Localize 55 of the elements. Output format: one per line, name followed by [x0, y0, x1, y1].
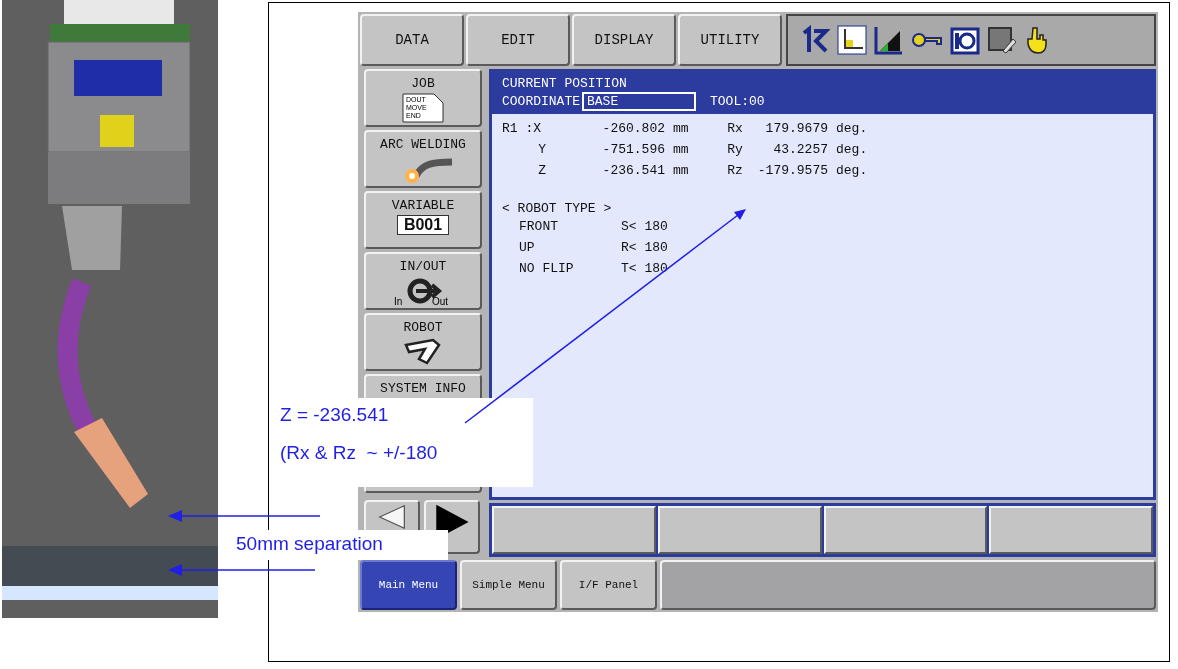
axis-label: Rx	[727, 121, 743, 136]
zigzag-icon[interactable]	[800, 25, 830, 55]
unit-label: deg.	[835, 121, 869, 136]
axis-label: R1 :X	[502, 121, 542, 136]
position-value: -260.802	[602, 121, 665, 136]
axis-label: Rz	[727, 163, 743, 178]
menu-tab[interactable]: EDIT	[466, 14, 570, 66]
tool-label: TOOL:00	[710, 94, 765, 109]
axis-label: Z	[538, 163, 547, 178]
axis-label: Ry	[727, 142, 743, 157]
function-key[interactable]	[492, 506, 656, 554]
limit-value: R< 180	[621, 240, 669, 255]
position-value: -751.596	[602, 142, 665, 157]
bottom-tab[interactable]: I/F Panel	[560, 560, 657, 610]
unit-label: deg.	[835, 142, 869, 157]
annotation-text: Z = -236.541	[280, 404, 390, 426]
main-menu-button[interactable]: IN/OUT In Out	[364, 252, 482, 310]
function-key[interactable]	[657, 506, 822, 554]
rotation-value: 179.9679	[765, 121, 828, 136]
coordinate-field[interactable]: BASE	[582, 92, 696, 111]
main-menu-button[interactable]: ROBOT	[364, 313, 482, 371]
rotation-value: -179.9575	[757, 163, 828, 178]
edit-icon[interactable]	[987, 25, 1017, 55]
robot-type-label: NO FLIP	[519, 261, 575, 276]
annotation-text: (Rx & Rz ~ +/-180	[280, 442, 439, 464]
left-arrow-icon	[378, 505, 406, 529]
coordinate-label: COORDINATE	[502, 94, 580, 109]
position-value: -236.541	[602, 163, 665, 178]
function-key[interactable]	[989, 506, 1153, 554]
robot-arm-icon	[403, 337, 443, 365]
menu-tab[interactable]: DISPLAY	[572, 14, 676, 66]
function-key[interactable]	[823, 506, 988, 554]
menu-tab[interactable]: DATA	[360, 14, 464, 66]
unit-label: mm	[672, 163, 690, 178]
main-menu-button[interactable]: ARC WELDING	[364, 130, 482, 188]
axes-icon[interactable]	[837, 25, 867, 55]
rotation-value: 43.2257	[773, 142, 828, 157]
robot-type-label: UP	[519, 240, 536, 255]
unit-label: mm	[672, 121, 690, 136]
bottom-tab[interactable]: Main Menu	[360, 560, 457, 610]
robot-type-label: FRONT	[519, 219, 559, 234]
limit-value: S< 180	[621, 219, 669, 234]
bars-icon[interactable]	[874, 25, 904, 55]
panel-title: CURRENT POSITION	[502, 76, 628, 91]
limit-value: T< 180	[621, 261, 669, 276]
unit-label: mm	[672, 142, 690, 157]
hand-icon[interactable]	[1024, 25, 1050, 55]
main-menu-button[interactable]: VARIABLE B001	[364, 191, 482, 249]
camera-icon[interactable]	[950, 25, 980, 55]
variable-field: B001	[396, 215, 450, 235]
axis-label: Y	[538, 142, 547, 157]
bottom-tab[interactable]: Simple Menu	[460, 560, 557, 610]
unit-label: deg.	[835, 163, 869, 178]
robot-type-title: < ROBOT TYPE >	[502, 201, 612, 216]
menu-tab[interactable]: UTILITY	[678, 14, 782, 66]
